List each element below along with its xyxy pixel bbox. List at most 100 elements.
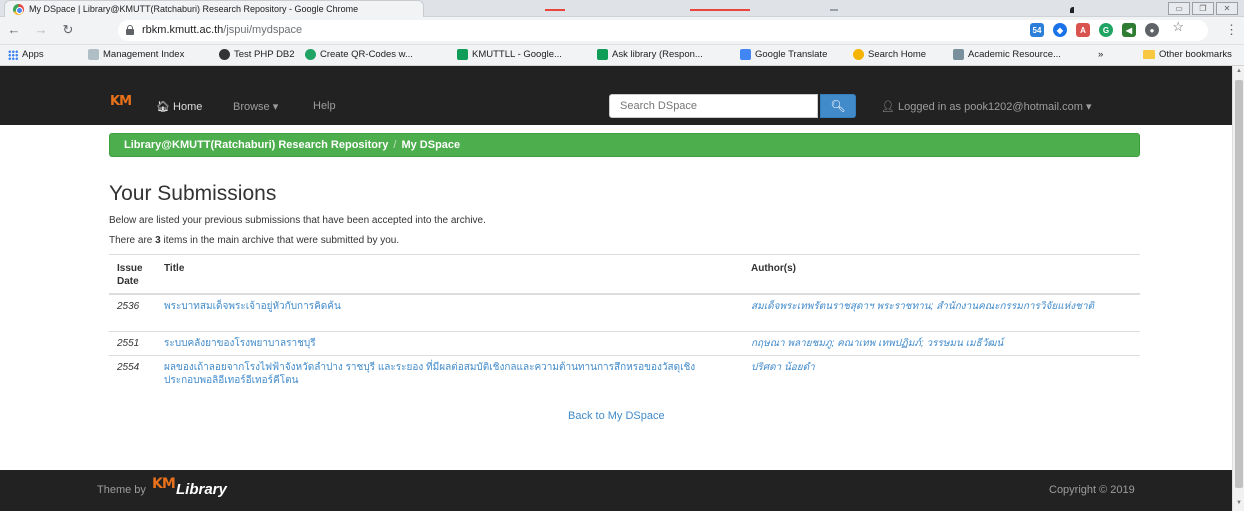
breadcrumb: Library@KMUTT(Ratchaburi) Research Repos… <box>109 133 1140 157</box>
bookmark-academic-resource[interactable]: Academic Resource... <box>953 49 1061 60</box>
caret-down-icon: ▾ <box>1085 101 1092 113</box>
extension-icon[interactable]: ◀ <box>1122 23 1136 37</box>
lock-icon <box>126 25 134 35</box>
bookmark-label: KMUTTLL - Google... <box>472 49 562 60</box>
bookmark-label: Create QR-Codes w... <box>320 49 413 60</box>
intro-text: Below are listed your previous submissio… <box>109 215 486 226</box>
reload-icon[interactable]: ↻ <box>60 22 76 38</box>
chrome-menu-icon[interactable]: ⋮ <box>1225 22 1238 38</box>
search-input[interactable] <box>609 94 818 118</box>
theme-by-text: Theme by <box>97 484 146 496</box>
address-toolbar: ← → ↻ rbkm.kmutt.ac.th/jspui/mydspace ☆ … <box>0 17 1244 45</box>
chrome-icon <box>13 4 24 15</box>
apps-grid-icon <box>8 49 18 60</box>
header-title: Title <box>164 263 185 274</box>
other-bookmarks-folder[interactable]: Other bookmarks <box>1143 49 1232 60</box>
bookmark-label: Academic Resource... <box>968 49 1061 60</box>
breadcrumb-separator: / <box>393 139 397 151</box>
bookmark-label: Search Home <box>868 49 927 60</box>
submissions-table: Issue Date Title Author(s) 2536 พระบาทสม… <box>109 254 1140 399</box>
extension-icon[interactable]: 54 <box>1030 23 1044 37</box>
header-issue-date: Issue Date <box>117 263 143 287</box>
back-arrow-icon[interactable]: ← <box>6 22 22 37</box>
nav-home-label: Home <box>173 101 203 113</box>
translate-icon <box>740 49 751 60</box>
search-icon <box>853 49 864 60</box>
bookmark-qr-codes[interactable]: Create QR-Codes w... <box>305 49 413 60</box>
bookmark-ask-library[interactable]: Ask library (Respon... <box>597 49 703 60</box>
author-link[interactable]: ปริศดา น้อยดำ <box>751 361 1136 374</box>
user-label: Logged in as pook1202@hotmail.com <box>898 101 1083 113</box>
item-title-link[interactable]: พระบาทสมเด็จพระเจ้าอยู่หัวกับการคิดค้น <box>164 300 724 313</box>
item-title-link[interactable]: ผลของเถ้าลอยจากโรงไฟฟ้าจังหวัดลำปาง ราชบ… <box>164 361 724 387</box>
issue-date: 2554 <box>117 362 140 373</box>
url-text[interactable]: rbkm.kmutt.ac.th/jspui/mydspace <box>142 24 302 36</box>
kmutt-logo[interactable]: KM <box>110 95 132 108</box>
browser-window: My DSpace | Library@KMUTT(Ratchaburi) Re… <box>0 0 1244 511</box>
library-logo-text[interactable]: Library <box>176 481 227 498</box>
author-link[interactable]: สมเด็จพระเทพรัตนราชสุดาฯ พระราชทาน; สำนั… <box>751 300 1136 313</box>
bookmark-apps[interactable]: Apps <box>8 49 44 60</box>
qr-icon <box>305 49 316 60</box>
bookmark-label: Test PHP DB2 <box>234 49 295 60</box>
globe-icon <box>219 49 230 60</box>
nav-browse[interactable]: Browse ▾ <box>233 100 278 113</box>
user-icon: 👤︎ <box>881 101 895 113</box>
bookmark-label: Google Translate <box>755 49 828 60</box>
issue-date: 2536 <box>117 301 140 312</box>
url-host: rbkm.kmutt.ac.th <box>142 24 224 36</box>
background-tabs[interactable] <box>430 5 1074 15</box>
item-title-link[interactable]: ระบบคลังยาของโรงพยาบาลราชบุรี <box>164 337 724 350</box>
back-to-mydspace-link[interactable]: Back to My DSpace <box>568 410 665 422</box>
scroll-down-arrow-icon[interactable]: ▼ <box>1235 500 1243 506</box>
window-title: My DSpace | Library@KMUTT(Ratchaburi) Re… <box>29 4 359 14</box>
bookmark-search-home[interactable]: Search Home <box>853 49 926 60</box>
profile-avatar-icon[interactable]: ● <box>1145 23 1159 37</box>
count-prefix: There are <box>109 235 156 246</box>
bookmark-test-php[interactable]: Test PHP DB2 <box>219 49 295 60</box>
bookmark-label: Apps <box>22 49 44 60</box>
close-icon[interactable]: ✕ <box>1216 2 1238 15</box>
forward-arrow-icon[interactable]: → <box>33 22 49 37</box>
bookmark-kmuttll[interactable]: KMUTTLL - Google... <box>457 49 562 60</box>
more-bookmarks-button[interactable]: » <box>1098 49 1103 60</box>
extension-icon[interactable]: ◆ <box>1053 23 1067 37</box>
minimize-icon[interactable]: ▭ <box>1168 2 1190 15</box>
bookmark-star-icon[interactable]: ☆ <box>1172 19 1184 35</box>
active-tab[interactable]: My DSpace | Library@KMUTT(Ratchaburi) Re… <box>4 0 424 17</box>
home-icon: 🏠︎ <box>156 101 170 113</box>
vertical-scrollbar[interactable]: ▲ ▼ <box>1232 66 1244 511</box>
search-button[interactable]: 🔍︎ <box>820 94 856 118</box>
table-row: 2554 ผลของเถ้าลอยจากโรงไฟฟ้าจังหวัดลำปาง… <box>109 356 1140 399</box>
breadcrumb-root[interactable]: Library@KMUTT(Ratchaburi) Research Repos… <box>124 139 388 151</box>
pdf-extension-icon[interactable]: A <box>1076 23 1090 37</box>
bookmark-label: Ask library (Respon... <box>612 49 703 60</box>
restore-icon[interactable]: ❐ <box>1192 2 1214 15</box>
header-authors: Author(s) <box>751 263 796 274</box>
scroll-thumb[interactable] <box>1235 80 1243 488</box>
user-menu[interactable]: 👤︎ Logged in as pook1202@hotmail.com ▾ <box>881 100 1091 113</box>
nav-help[interactable]: Help <box>313 100 336 112</box>
table-row: 2551 ระบบคลังยาของโรงพยาบาลราชบุรี กฤษณา… <box>109 332 1140 356</box>
sheets-icon <box>457 49 468 60</box>
page-title: Your Submissions <box>109 182 277 205</box>
scroll-up-arrow-icon[interactable]: ▲ <box>1235 68 1243 74</box>
bookmarks-bar: Apps Management Index Test PHP DB2 Creat… <box>0 45 1244 66</box>
author-link[interactable]: กฤษณา พลายชมภู; คณาเทพ เทพปฏิมภ์; วรรษมน… <box>751 337 1136 350</box>
item-count-text: There are 3 items in the main archive th… <box>109 235 399 246</box>
kmutt-footer-logo[interactable]: KM <box>152 476 176 492</box>
tab-indicator <box>1070 7 1074 13</box>
table-row: 2536 พระบาทสมเด็จพระเจ้าอยู่หัวกับการคิด… <box>109 295 1140 332</box>
grammarly-icon[interactable]: G <box>1099 23 1113 37</box>
extension-icons: 54 ◆ A G ◀ ● <box>1030 23 1159 37</box>
tab-indicator <box>690 9 750 11</box>
bookmark-management-index[interactable]: Management Index <box>88 49 184 60</box>
site-navbar: KM 🏠︎ Home Browse ▾ Help 🔍︎ 👤︎ Logged in… <box>0 88 1232 125</box>
search-icon: 🔍︎ <box>830 99 846 113</box>
window-controls: ▭ ❐ ✕ <box>1168 2 1238 15</box>
copyright-text: Copyright © 2019 <box>1049 484 1135 496</box>
nav-home[interactable]: 🏠︎ Home <box>156 100 202 113</box>
folder-icon <box>1143 50 1155 59</box>
sheets-icon <box>597 49 608 60</box>
bookmark-google-translate[interactable]: Google Translate <box>740 49 827 60</box>
